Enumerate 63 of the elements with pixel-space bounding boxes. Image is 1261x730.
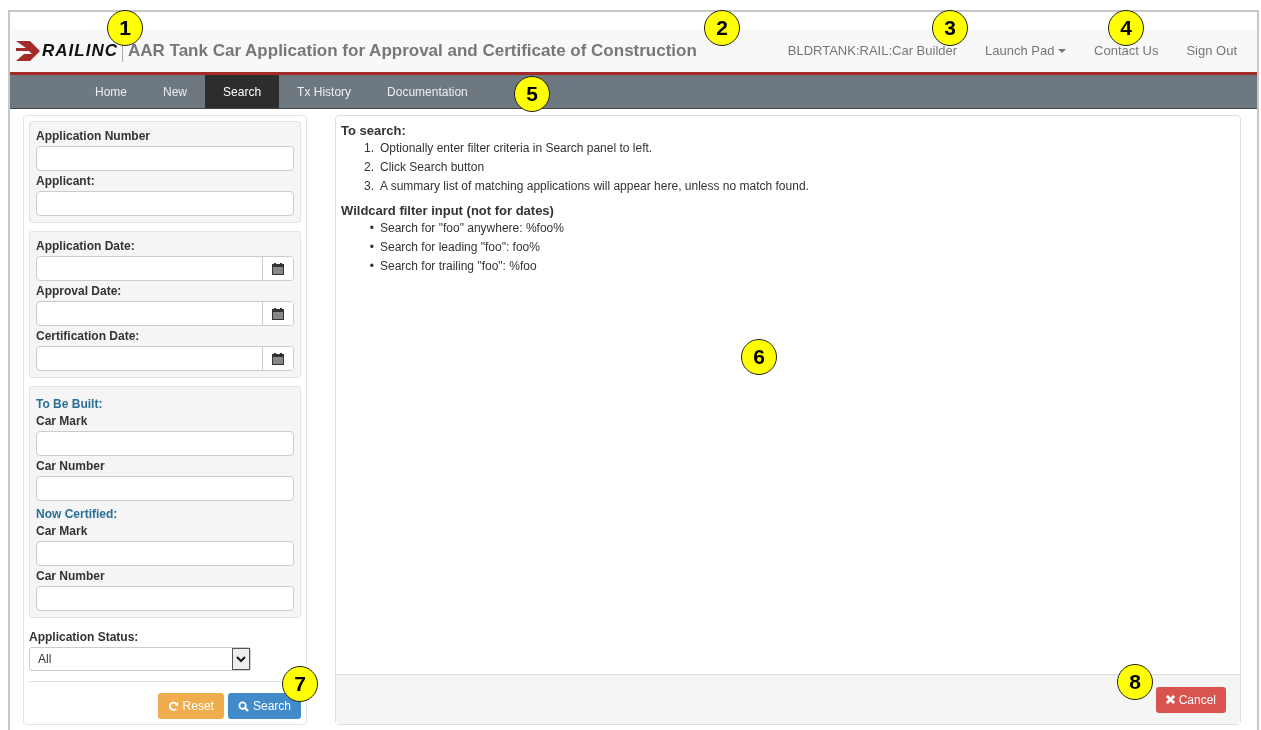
cancel-button[interactable]: Cancel — [1155, 686, 1226, 713]
callout-marker: 7 — [282, 666, 318, 702]
field-label: Application Number — [36, 129, 151, 143]
close-icon — [1165, 695, 1175, 704]
refresh-icon — [167, 700, 179, 712]
date-field[interactable] — [36, 346, 294, 371]
search-icon — [237, 700, 249, 712]
nav-tab[interactable]: New — [145, 75, 206, 108]
date-field[interactable] — [36, 256, 294, 281]
help-item: Search for "foo" anywhere: %foo% — [380, 220, 564, 237]
calendar-button[interactable] — [262, 257, 293, 280]
field-label: Car Mark — [36, 414, 89, 428]
nav-tab[interactable]: Tx History — [279, 75, 370, 108]
callout-marker: 4 — [1108, 10, 1144, 46]
section-heading: To Be Built: — [36, 397, 104, 411]
calendar-icon — [272, 307, 284, 320]
select-value: All — [38, 651, 53, 668]
help-step: A summary list of matching applications will appear here, unless no match found. — [380, 177, 809, 196]
input-field[interactable] — [36, 146, 294, 171]
help-item: Search for leading "foo": foo% — [380, 239, 540, 256]
input-field[interactable] — [36, 541, 294, 566]
calendar-icon — [272, 262, 284, 275]
field-label: Car Number — [36, 569, 106, 583]
field-label: Car Number — [36, 459, 106, 473]
callout-marker: 8 — [1117, 664, 1153, 700]
nav-tab[interactable]: Home — [77, 75, 145, 108]
callout-marker: 2 — [704, 10, 740, 46]
list-marker: 2. — [363, 159, 375, 176]
calendar-button[interactable] — [262, 302, 293, 325]
section-heading: Now Certified: — [36, 507, 119, 521]
input-field[interactable] — [36, 431, 294, 456]
input-field[interactable] — [36, 476, 294, 501]
help-heading: Wildcard filter input (not for dates) — [341, 202, 555, 219]
help-step: Optionally enter filter criteria in Search panel to left. — [380, 139, 653, 158]
field-label: Application Date: — [36, 239, 136, 253]
status-select[interactable]: All — [29, 647, 251, 671]
launch-pad-menu[interactable]: Launch Pad — [971, 40, 1081, 61]
callout-marker: 6 — [741, 339, 777, 375]
field-label: Applicant: — [36, 174, 96, 188]
nav-tab[interactable]: Search — [205, 75, 280, 108]
calendar-button[interactable] — [262, 347, 293, 370]
nav-tab[interactable]: Documentation — [369, 75, 486, 108]
input-field[interactable] — [36, 586, 294, 611]
list-marker: • — [368, 239, 375, 256]
nav-link[interactable]: Sign Out — [1172, 40, 1251, 61]
callout-marker: 3 — [932, 10, 968, 46]
search-button[interactable]: Search — [227, 693, 301, 719]
caret-icon — [1058, 49, 1067, 54]
list-marker: 3. — [363, 178, 375, 195]
calendar-icon — [272, 352, 284, 365]
help-item: Search for trailing "foo": %foo — [380, 258, 537, 275]
field-label: Approval Date: — [36, 284, 123, 298]
input-field[interactable] — [36, 191, 294, 216]
list-marker: • — [368, 258, 375, 275]
logo-icon — [16, 40, 40, 61]
list-marker: 1. — [363, 140, 375, 157]
field-label: Car Mark — [36, 524, 89, 538]
help-step: Click Search button — [380, 158, 485, 177]
field-label: Certification Date: — [36, 329, 141, 343]
help-heading: To search: — [341, 122, 407, 139]
date-field[interactable] — [36, 301, 294, 326]
list-marker: • — [368, 220, 375, 237]
field-label: Application Status: — [29, 630, 140, 644]
